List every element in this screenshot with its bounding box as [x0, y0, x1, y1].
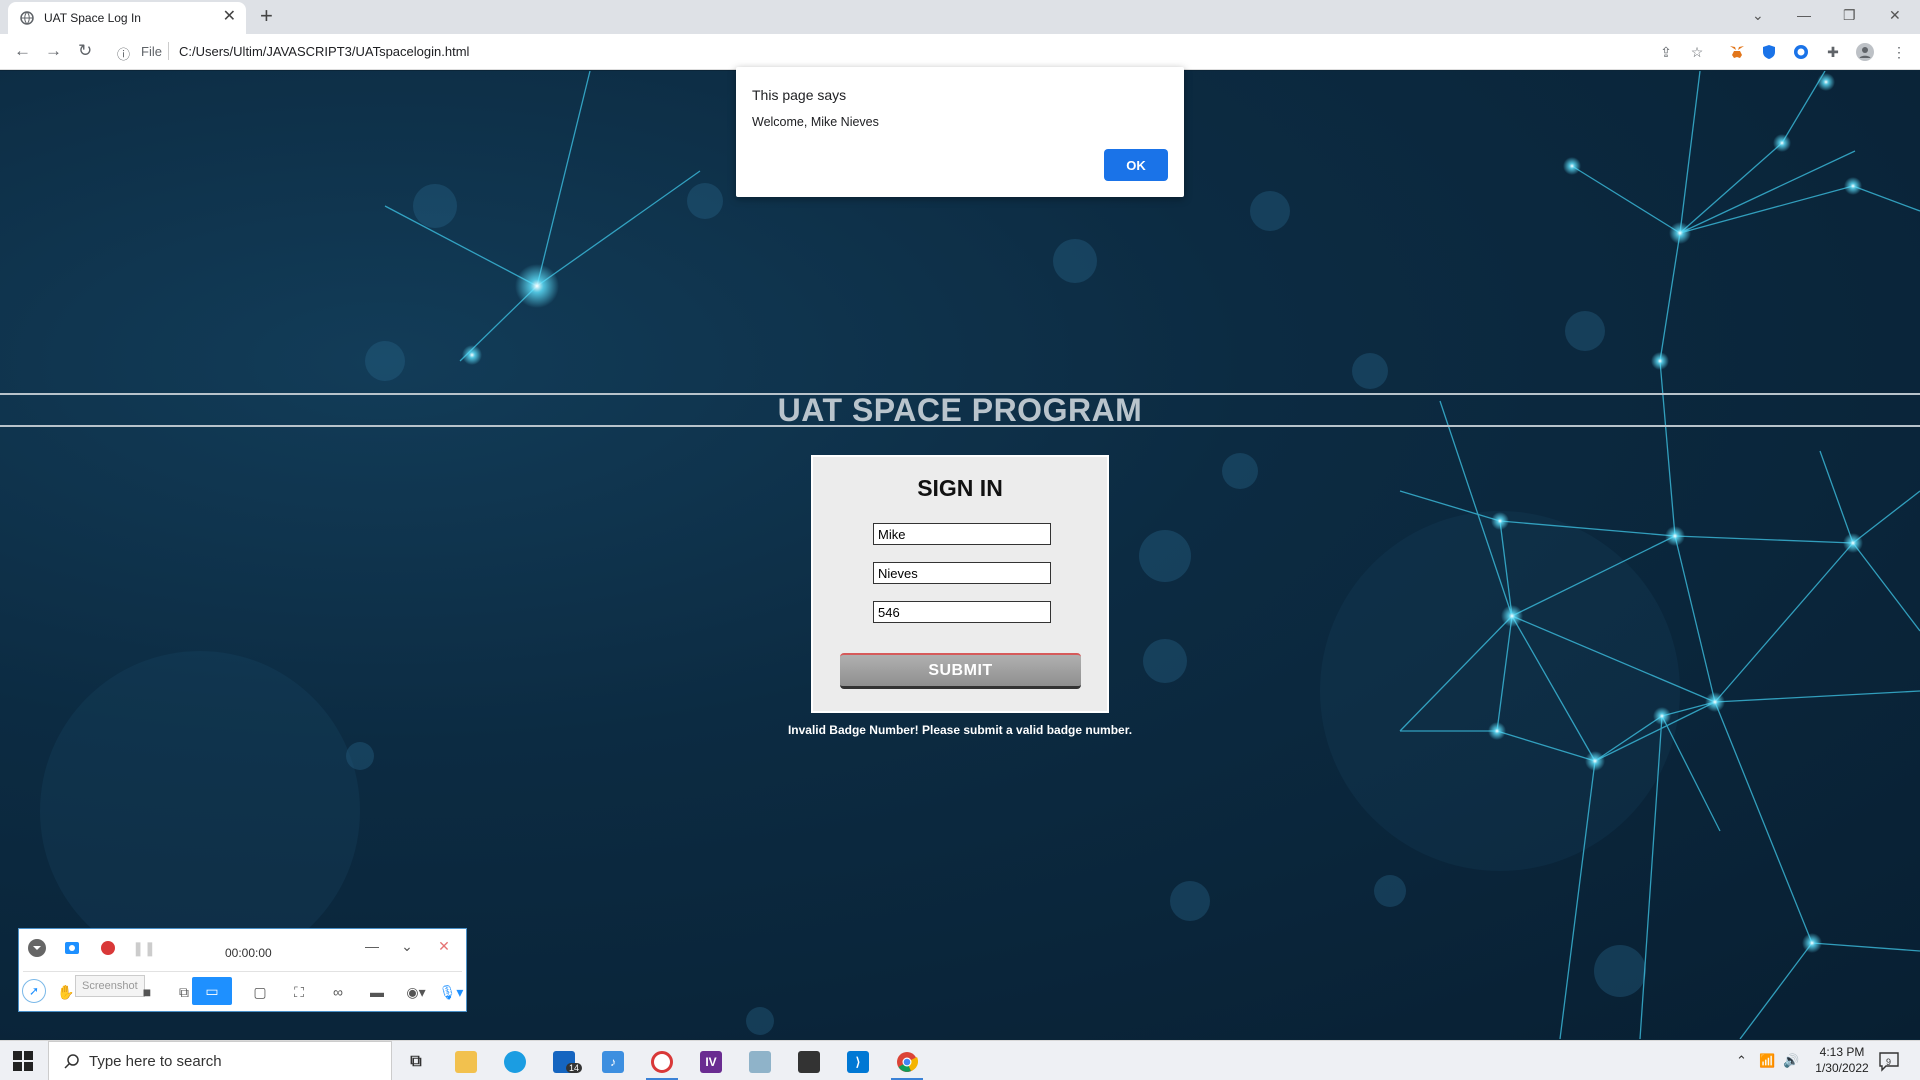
notification-count: 9: [1886, 1057, 1892, 1067]
address-bar[interactable]: C:/Users/Ultim/JAVASCRIPT3/UATspacelogin…: [179, 44, 469, 59]
pause-icon[interactable]: ❚❚: [131, 935, 157, 961]
screen-recorder-toolbar: ❚❚ 00:00:00 — ⌄ ✕ Screenshot ➚ ✋ ■ ⧉ ▭ ▢…: [18, 928, 467, 1012]
back-icon[interactable]: ←: [14, 42, 31, 60]
url-scheme: File: [141, 44, 162, 59]
mail-badge: 14: [566, 1063, 583, 1073]
cursor-icon[interactable]: ➚: [22, 979, 46, 1003]
recorder-divider: [23, 971, 462, 972]
ok-button[interactable]: OK: [1104, 149, 1168, 181]
globe-icon: [20, 11, 34, 25]
hand-icon[interactable]: ✋: [53, 979, 79, 1005]
window-capture-icon[interactable]: ▢: [247, 979, 273, 1005]
volume-icon[interactable]: 🔊: [1783, 1053, 1799, 1069]
notepad-app-icon[interactable]: [738, 1045, 782, 1079]
clock-time: 4:13 PM: [1819, 1045, 1865, 1059]
close-window-icon[interactable]: ✕: [1889, 7, 1901, 24]
browser-toolbar: ← → ↻ ⓘ File C:/Users/Ultim/JAVASCRIPT3/…: [0, 34, 1920, 70]
menu-kebab-icon[interactable]: ⋮: [1890, 43, 1908, 61]
file-explorer-icon[interactable]: [444, 1045, 488, 1079]
circle-extension-icon[interactable]: [1792, 43, 1810, 61]
taskbar-search[interactable]: Type here to search: [48, 1041, 392, 1080]
recording-timer: 00:00:00: [225, 946, 272, 960]
ivpn-app-icon[interactable]: IV: [689, 1045, 733, 1079]
minimize-icon[interactable]: —: [1797, 7, 1811, 23]
dialog-message: Welcome, Mike Nieves: [752, 115, 879, 129]
record-icon[interactable]: [95, 935, 121, 961]
folder-icon[interactable]: ▬: [364, 979, 390, 1005]
shield-extension-icon[interactable]: [1760, 43, 1778, 61]
alert-dialog: This page says Welcome, Mike Nieves OK: [736, 67, 1184, 197]
search-placeholder: Type here to search: [89, 1053, 222, 1070]
collapse-menu-icon[interactable]: [24, 935, 50, 961]
fullscreen-icon[interactable]: ⛶: [286, 979, 312, 1005]
edge-browser-icon[interactable]: [493, 1045, 537, 1079]
new-tab-button[interactable]: +: [260, 4, 273, 28]
url-divider: [168, 42, 169, 60]
last-name-input[interactable]: [873, 562, 1051, 584]
close-recorder-icon[interactable]: ✕: [431, 933, 457, 959]
windows-start-icon[interactable]: [13, 1051, 33, 1071]
first-name-input[interactable]: [873, 523, 1051, 545]
task-view-icon[interactable]: ⧉: [394, 1045, 438, 1079]
restore-icon[interactable]: ❐: [1843, 7, 1856, 24]
search-icon: [64, 1054, 79, 1069]
profile-avatar-icon[interactable]: [1856, 43, 1874, 61]
info-icon[interactable]: ⓘ: [117, 44, 130, 63]
screenshot-icon[interactable]: [59, 935, 85, 961]
metamask-extension-icon[interactable]: [1728, 43, 1746, 61]
recorder-app-icon[interactable]: [640, 1045, 684, 1080]
badge-number-input[interactable]: [873, 601, 1051, 623]
clock-date: 1/30/2022: [1815, 1061, 1869, 1075]
chevron-down-icon[interactable]: ⌄: [394, 933, 420, 959]
store-icon[interactable]: [787, 1045, 831, 1079]
share-icon[interactable]: ⇪: [1657, 43, 1675, 61]
dialog-title: This page says: [752, 87, 847, 103]
minimize-recorder-icon[interactable]: —: [359, 933, 385, 959]
network-icon[interactable]: 📶: [1759, 1053, 1775, 1069]
browser-tab[interactable]: UAT Space Log In ✕: [8, 2, 246, 34]
tab-title: UAT Space Log In: [44, 11, 141, 25]
page-content: UAT SPACE PROGRAM SIGN IN SUBMIT Invalid…: [0, 71, 1920, 1039]
webcam-dropdown-icon[interactable]: ◉▾: [399, 979, 433, 1005]
vscode-icon[interactable]: ⟩: [836, 1045, 880, 1079]
windows-taskbar: Type here to search ⧉ 14 ♪ IV ⟩ ⌃ 📶 🔊 4:…: [0, 1040, 1920, 1080]
close-tab-icon[interactable]: ✕: [223, 8, 236, 26]
puzzle-extensions-icon[interactable]: ✚: [1824, 43, 1842, 61]
page-banner: UAT SPACE PROGRAM: [0, 393, 1920, 427]
page-title: UAT SPACE PROGRAM: [777, 392, 1143, 428]
notification-center-icon[interactable]: 9: [1878, 1050, 1900, 1072]
bookmark-star-icon[interactable]: ☆: [1688, 43, 1706, 61]
screen-capture-icon[interactable]: ▭: [192, 977, 232, 1005]
tray-chevron-up-icon[interactable]: ⌃: [1736, 1053, 1747, 1069]
forward-icon[interactable]: →: [45, 42, 62, 60]
tab-strip: UAT Space Log In ✕ + ⌄ — ❐ ✕: [0, 0, 1920, 34]
music-app-icon[interactable]: ♪: [591, 1045, 635, 1079]
error-message: Invalid Badge Number! Please submit a va…: [787, 723, 1133, 737]
chrome-icon[interactable]: [885, 1045, 929, 1080]
microphone-dropdown-icon[interactable]: 🎙▾: [436, 979, 466, 1005]
mail-icon[interactable]: 14: [542, 1045, 586, 1079]
tab-search-icon[interactable]: ⌄: [1752, 7, 1764, 24]
submit-button[interactable]: SUBMIT: [840, 653, 1081, 689]
reload-icon[interactable]: ↻: [78, 42, 92, 60]
signin-form: SIGN IN SUBMIT: [811, 455, 1109, 713]
link-icon[interactable]: ∞: [325, 979, 351, 1005]
signin-heading: SIGN IN: [917, 475, 1003, 501]
clock[interactable]: 4:13 PM 1/30/2022: [1811, 1044, 1873, 1076]
camera-icon[interactable]: ■: [134, 979, 160, 1005]
